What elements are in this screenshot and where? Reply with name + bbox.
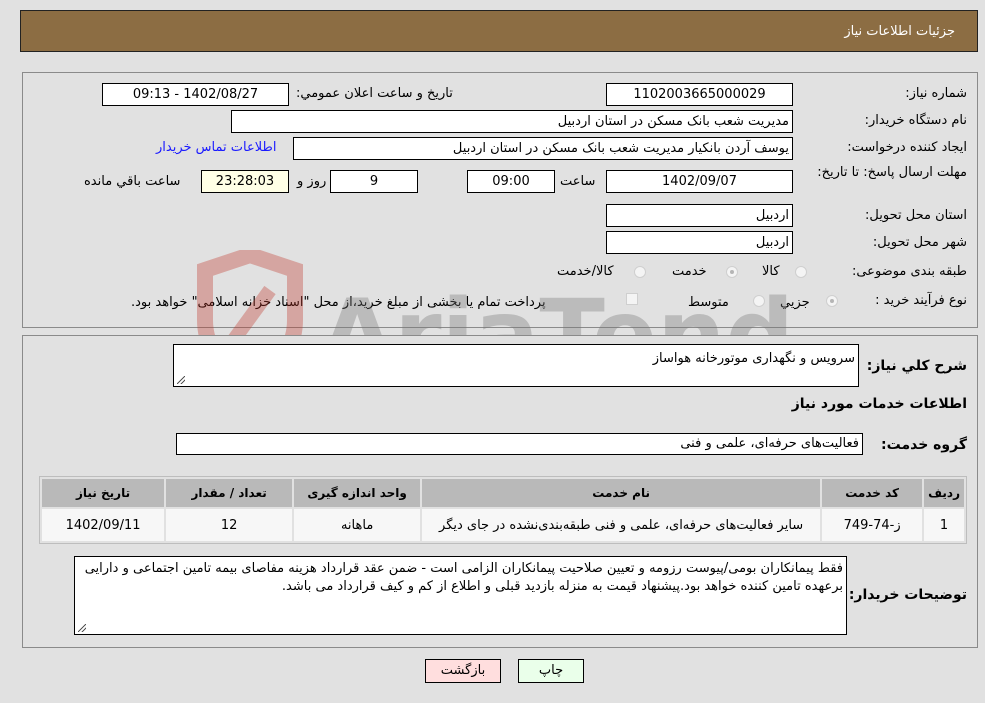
cell-unit: ماهانه: [294, 509, 421, 541]
col-header-need-date: تاريخ نياز: [42, 479, 165, 507]
page-title: جزئیات اطلاعات نیاز: [844, 24, 955, 39]
summary-text: سرويس و نگهداری موتورخانه هواساز: [652, 351, 855, 366]
summary-label: شرح کلي نياز:: [866, 358, 967, 374]
announce-label: تاریخ و ساعت اعلان عمومي:: [296, 86, 453, 101]
cell-row-number: 1: [924, 509, 964, 541]
category-radio-service[interactable]: [726, 266, 738, 278]
province-field[interactable]: اردبيل: [606, 204, 793, 227]
city-label: شهر محل تحويل:: [872, 235, 967, 250]
category-radio-goods-service[interactable]: [634, 266, 646, 278]
announce-datetime-field[interactable]: 1402/08/27 - 09:13: [102, 83, 289, 106]
col-header-quantity: تعداد / مقدار: [166, 479, 293, 507]
table-row: 1 ز-74-749 ساير فعاليت‌های حرفه‌ای، علمی…: [42, 509, 964, 541]
requester-field[interactable]: يوسف آردن بانکيار مديريت شعب بانک مسکن د…: [293, 137, 793, 160]
deadline-date-field[interactable]: 1402/09/07: [606, 170, 793, 193]
category-radio-goods[interactable]: [795, 266, 807, 278]
col-header-service-code: کد خدمت: [822, 479, 923, 507]
need-number-label: شماره نیاز:: [905, 86, 967, 101]
province-label: استان محل تحويل:: [865, 208, 967, 223]
process-radio-medium[interactable]: [753, 295, 765, 307]
buyer-notes-label: توضيحات خريدار:: [848, 587, 967, 603]
process-radio-minor[interactable]: [826, 295, 838, 307]
resize-grip-icon[interactable]: [78, 624, 86, 632]
col-header-service-name: نام خدمت: [422, 479, 821, 507]
treasury-checkbox-label: پرداخت تمام یا بخشی از مبلغ خرید،از محل …: [131, 295, 546, 310]
process-option-minor: جزيي: [780, 295, 810, 310]
need-number-field[interactable]: 1102003665000029: [606, 83, 793, 106]
col-header-unit: واحد اندازه گيری: [294, 479, 421, 507]
service-group-label: گروه خدمت:: [881, 437, 967, 453]
table-header-row: رديف کد خدمت نام خدمت واحد اندازه گيری ت…: [42, 479, 964, 507]
buyer-org-field[interactable]: مديريت شعب بانک مسکن در استان اردبيل: [231, 110, 793, 133]
treasury-checkbox[interactable]: [626, 293, 638, 305]
deadline-label: مهلت ارسال پاسخ: تا تاريخ:: [817, 165, 967, 180]
buyer-notes-textarea[interactable]: فقط پيمانکاران بومی/پيوست رزومه و تعيين …: [74, 556, 847, 635]
buyer-notes-text: فقط پيمانکاران بومی/پيوست رزومه و تعيين …: [84, 561, 843, 594]
process-option-medium: متوسط: [688, 295, 729, 310]
process-label: نوع فرآيند خريد :: [875, 293, 967, 308]
services-section-title: اطلاعات خدمات مورد نياز: [791, 396, 967, 412]
cell-quantity: 12: [166, 509, 293, 541]
buyer-contact-link[interactable]: اطلاعات تماس خريدار: [156, 140, 276, 155]
days-label: روز و: [297, 174, 327, 189]
page-header: جزئیات اطلاعات نیاز: [20, 10, 978, 52]
category-option-goods-service: کالا/خدمت: [557, 264, 614, 279]
deadline-time-label: ساعت: [560, 174, 596, 189]
summary-textarea[interactable]: سرويس و نگهداری موتورخانه هواساز: [173, 344, 859, 387]
buyer-org-label: نام دستگاه خريدار:: [864, 113, 967, 128]
service-group-field[interactable]: فعاليت‌های حرفه‌ای، علمی و فنی: [176, 433, 863, 455]
requester-label: ايجاد کننده درخواست:: [847, 140, 967, 155]
print-button[interactable]: چاپ: [518, 659, 584, 683]
city-field[interactable]: اردبيل: [606, 231, 793, 254]
category-label: طبقه بندی موضوعی:: [851, 264, 967, 279]
remaining-label: ساعت باقي مانده: [84, 174, 181, 189]
days-remaining-field[interactable]: 9: [330, 170, 418, 193]
resize-grip-icon[interactable]: [177, 376, 185, 384]
back-button[interactable]: بازگشت: [425, 659, 501, 683]
cell-service-name: ساير فعاليت‌های حرفه‌ای، علمی و فنی طبقه…: [422, 509, 821, 541]
category-option-service: خدمت: [672, 264, 707, 279]
deadline-time-field[interactable]: 09:00: [467, 170, 555, 193]
cell-service-code: ز-74-749: [822, 509, 923, 541]
col-header-row-number: رديف: [924, 479, 964, 507]
category-option-goods: کالا: [762, 264, 780, 279]
cell-need-date: 1402/09/11: [42, 509, 165, 541]
remaining-time-field[interactable]: 23:28:03: [201, 170, 289, 193]
services-table: رديف کد خدمت نام خدمت واحد اندازه گيری ت…: [39, 476, 967, 544]
